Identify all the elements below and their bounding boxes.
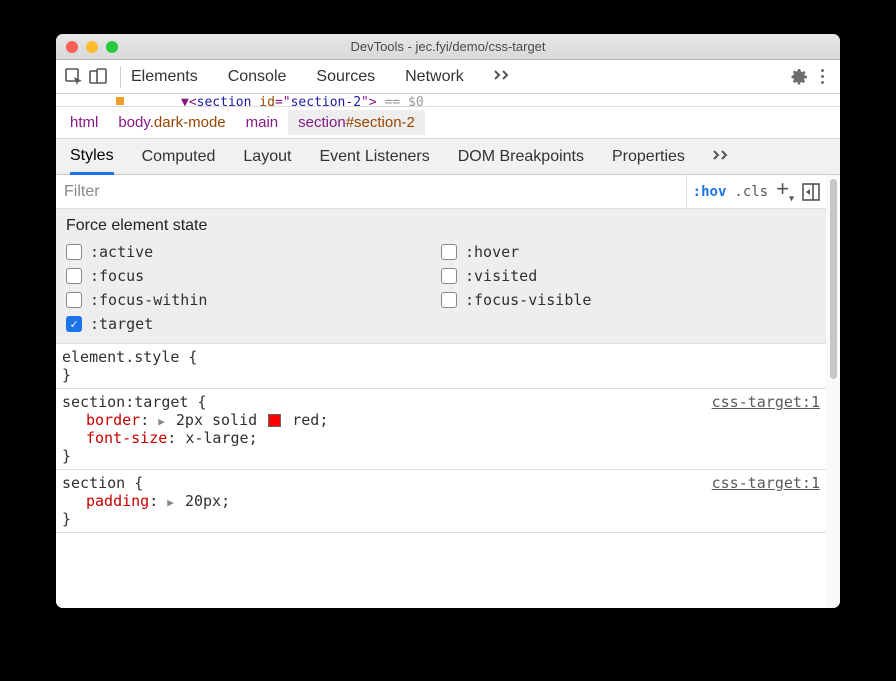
decl-value[interactable]: x-large xyxy=(185,429,248,447)
decl-property[interactable]: padding xyxy=(86,492,149,510)
subtab-properties[interactable]: Properties xyxy=(612,139,685,174)
new-rule-icon[interactable]: +▾ xyxy=(776,176,794,204)
decl-value[interactable]: 2px solid red xyxy=(176,411,319,429)
inspect-icon[interactable] xyxy=(62,65,86,89)
checkbox-icon[interactable]: ✓ xyxy=(66,316,82,332)
force-state-focus-visible[interactable]: :focus-visible xyxy=(441,291,816,309)
subtab-styles[interactable]: Styles xyxy=(70,140,114,175)
force-state-label: :visited xyxy=(465,267,537,285)
force-state-active[interactable]: :active xyxy=(66,243,441,261)
scrollbar[interactable] xyxy=(826,175,840,608)
titlebar: DevTools - jec.fyi/demo/css-target xyxy=(56,34,840,60)
breadcrumb-item[interactable]: main xyxy=(236,110,289,135)
subtab-layout[interactable]: Layout xyxy=(243,139,291,174)
minimize-icon[interactable] xyxy=(86,41,98,53)
rule-source-link[interactable]: css-target:1 xyxy=(712,393,820,411)
subtab-dom-breakpoints[interactable]: DOM Breakpoints xyxy=(458,139,584,174)
style-rule[interactable]: element.style {} xyxy=(56,344,826,389)
more-tabs-icon[interactable] xyxy=(494,68,512,86)
element-trailer: == $0 xyxy=(377,95,424,107)
decl-property[interactable]: font-size xyxy=(86,429,167,447)
breadcrumb-item[interactable]: html xyxy=(60,110,108,135)
rule-declaration[interactable]: padding: ▶ 20px; xyxy=(62,492,820,510)
color-swatch-icon[interactable] xyxy=(268,414,281,427)
traffic-lights xyxy=(66,41,118,53)
panel-tabs: Elements Console Sources Network xyxy=(131,68,512,86)
tab-elements[interactable]: Elements xyxy=(131,68,198,86)
force-state-title: Force element state xyxy=(66,217,816,235)
styles-column: :hov .cls +▾ Force element state :active… xyxy=(56,175,826,608)
computed-pane-icon[interactable] xyxy=(802,183,820,201)
breadcrumb: htmlbody.dark-modemainsection#section-2 xyxy=(56,107,840,139)
devtools-window: DevTools - jec.fyi/demo/css-target Eleme… xyxy=(56,34,840,608)
breadcrumb-item[interactable]: section#section-2 xyxy=(288,110,425,135)
force-state-label: :target xyxy=(90,315,153,333)
more-menu-icon[interactable] xyxy=(811,69,834,84)
rule-source-link[interactable]: css-target:1 xyxy=(712,474,820,492)
more-subtabs-icon[interactable] xyxy=(713,148,731,166)
force-state-focus-within[interactable]: :focus-within xyxy=(66,291,441,309)
checkbox-icon[interactable] xyxy=(441,244,457,260)
rule-declaration[interactable]: font-size: x-large; xyxy=(62,429,820,447)
expand-icon[interactable]: ▶ xyxy=(167,496,174,509)
checkbox-icon[interactable] xyxy=(441,268,457,284)
cls-toggle[interactable]: .cls xyxy=(734,184,768,200)
close-icon[interactable] xyxy=(66,41,78,53)
subtab-event-listeners[interactable]: Event Listeners xyxy=(319,139,429,174)
rule-selector[interactable]: section:target xyxy=(62,393,188,411)
checkbox-icon[interactable] xyxy=(66,244,82,260)
checkbox-icon[interactable] xyxy=(441,292,457,308)
styles-body: :hov .cls +▾ Force element state :active… xyxy=(56,175,840,608)
element-attr-name: id xyxy=(259,95,275,107)
breadcrumb-item[interactable]: body.dark-mode xyxy=(108,110,235,135)
expand-icon[interactable]: ▶ xyxy=(158,415,165,428)
force-state-focus[interactable]: :focus xyxy=(66,267,441,285)
style-rule[interactable]: css-target:1section {padding: ▶ 20px;} xyxy=(56,470,826,533)
tab-console[interactable]: Console xyxy=(228,68,287,86)
force-state-label: :focus-visible xyxy=(465,291,591,309)
decl-property[interactable]: border xyxy=(86,411,140,429)
filter-controls: :hov .cls +▾ xyxy=(687,175,826,208)
main-toolbar: Elements Console Sources Network xyxy=(56,60,840,94)
tab-network[interactable]: Network xyxy=(405,68,464,86)
force-state-panel: Force element state :active :hover :focus:… xyxy=(56,209,826,344)
force-state-label: :hover xyxy=(465,243,519,261)
force-state-target[interactable]: ✓ :target xyxy=(66,315,441,333)
hov-toggle[interactable]: :hov xyxy=(693,184,727,200)
styles-subtabs: Styles Computed Layout Event Listeners DOM B… xyxy=(56,139,840,175)
filter-input[interactable] xyxy=(56,175,687,208)
divider xyxy=(120,66,121,88)
force-state-label: :active xyxy=(90,243,153,261)
rule-declaration[interactable]: border: ▶ 2px solid red; xyxy=(62,411,820,429)
rule-selector[interactable]: element.style xyxy=(62,348,179,366)
filter-row: :hov .cls +▾ xyxy=(56,175,826,209)
window-title: DevTools - jec.fyi/demo/css-target xyxy=(56,39,840,54)
decl-value[interactable]: 20px xyxy=(185,492,221,510)
maximize-icon[interactable] xyxy=(106,41,118,53)
checkbox-icon[interactable] xyxy=(66,292,82,308)
checkbox-icon[interactable] xyxy=(66,268,82,284)
settings-icon[interactable] xyxy=(787,65,811,89)
rule-selector[interactable]: section xyxy=(62,474,125,492)
device-toolbar-icon[interactable] xyxy=(86,65,110,89)
subtab-computed[interactable]: Computed xyxy=(142,139,216,174)
elements-tree-row[interactable]: ▼<section id="section-2"> == $0 xyxy=(56,94,840,107)
element-attr-val: section-2 xyxy=(291,95,361,107)
style-rule[interactable]: css-target:1section:target {border: ▶ 2p… xyxy=(56,389,826,470)
tab-sources[interactable]: Sources xyxy=(316,68,375,86)
scroll-thumb[interactable] xyxy=(830,179,837,379)
force-state-label: :focus xyxy=(90,267,144,285)
force-state-label: :focus-within xyxy=(90,291,207,309)
force-state-visited[interactable]: :visited xyxy=(441,267,816,285)
element-tag: section xyxy=(197,95,252,107)
force-state-hover[interactable]: :hover xyxy=(441,243,816,261)
